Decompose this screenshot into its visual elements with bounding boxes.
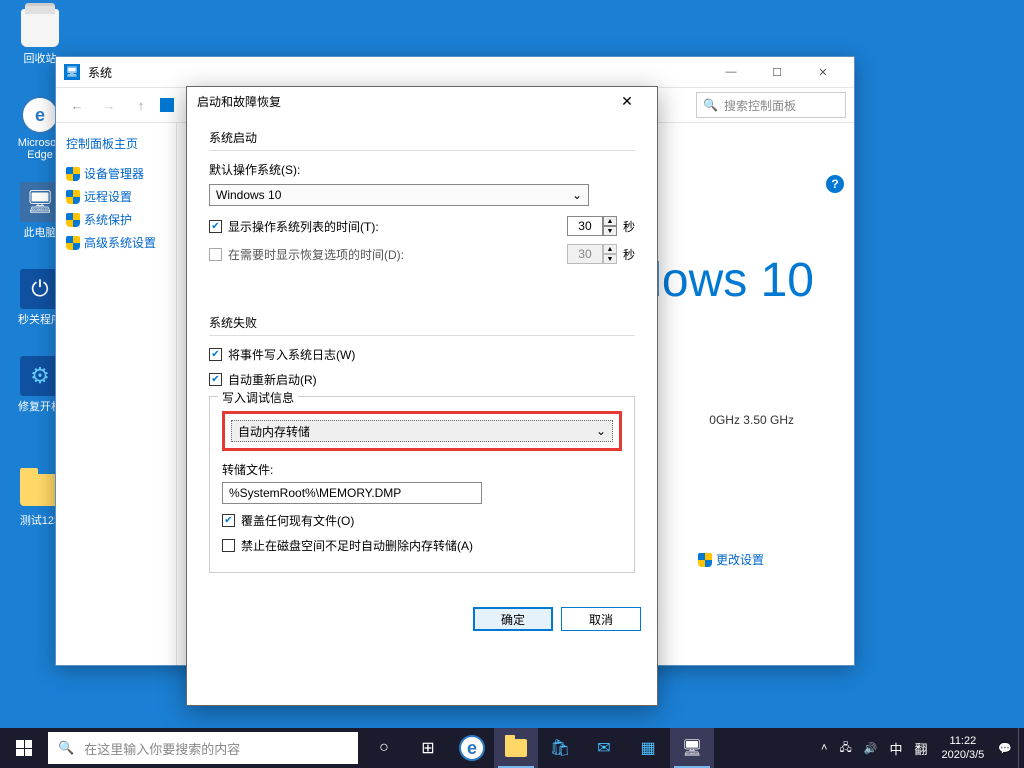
- tray-network-icon[interactable]: 🖧: [833, 728, 857, 768]
- cortana-button[interactable]: ○: [362, 728, 406, 768]
- tray-chevron-up-icon[interactable]: ˄: [815, 728, 833, 768]
- checkbox-disable-auto-delete[interactable]: [222, 539, 235, 552]
- dump-file-label: 转储文件:: [222, 461, 622, 478]
- mail-taskbar[interactable]: ✉: [582, 728, 626, 768]
- dump-type-select[interactable]: 自动内存转储 ⌄: [231, 420, 613, 442]
- tray-volume-icon[interactable]: 🔊: [858, 728, 884, 768]
- system-tray: ˄ 🖧 🔊 中 翻 11:22 2020/3/5 💬: [815, 728, 1024, 768]
- default-os-label: 默认操作系统(S):: [209, 161, 635, 178]
- chevron-down-icon: ⌄: [596, 424, 606, 438]
- checkbox-write-log[interactable]: ✔: [209, 348, 222, 361]
- window-title: 系统: [88, 64, 112, 81]
- change-settings-link[interactable]: 更改设置: [698, 551, 764, 568]
- system-properties-taskbar[interactable]: 🖥: [670, 728, 714, 768]
- checkbox-show-os-list[interactable]: ✔: [209, 220, 222, 233]
- task-view-button[interactable]: ⊞: [406, 728, 450, 768]
- shield-icon: [66, 213, 80, 227]
- windows-10-logo: dows 10: [635, 253, 814, 308]
- close-button[interactable]: ✕: [800, 57, 846, 87]
- cpu-info: 0GHz 3.50 GHz: [709, 413, 794, 427]
- sidebar: 控制面板主页 设备管理器 远程设置 系统保护 高级系统设置: [56, 123, 176, 665]
- highlight-box: 自动内存转储 ⌄: [222, 411, 622, 451]
- write-log-label: 将事件写入系统日志(W): [228, 346, 355, 363]
- path-icon: [160, 98, 174, 112]
- app-taskbar[interactable]: ▦: [626, 728, 670, 768]
- windows-icon: [16, 740, 32, 756]
- edge-taskbar[interactable]: [450, 728, 494, 768]
- sidebar-device-manager[interactable]: 设备管理器: [66, 162, 166, 185]
- titlebar[interactable]: 🖥 系统 — ☐ ✕: [56, 57, 854, 87]
- group-system-failure: 系统失败: [209, 314, 635, 336]
- explorer-taskbar[interactable]: [494, 728, 538, 768]
- system-icon: 🖥: [64, 64, 80, 80]
- spin-down[interactable]: ▼: [603, 226, 617, 236]
- show-recovery-label: 在需要时显示恢复选项的时间(D):: [228, 246, 404, 263]
- search-control-panel[interactable]: 🔍 搜索控制面板: [696, 92, 846, 118]
- recovery-seconds-input: [567, 244, 603, 264]
- store-taskbar[interactable]: 🛍: [538, 728, 582, 768]
- time: 11:22: [941, 734, 984, 748]
- action-center-icon[interactable]: 💬: [992, 728, 1018, 768]
- control-panel-home[interactable]: 控制面板主页: [66, 135, 166, 152]
- close-button[interactable]: ✕: [607, 87, 647, 115]
- nav-up[interactable]: ↑: [128, 92, 154, 118]
- shield-icon: [66, 167, 80, 181]
- nav-forward: →: [96, 92, 122, 118]
- date: 2020/3/5: [941, 748, 984, 762]
- sidebar-advanced-settings[interactable]: 高级系统设置: [66, 231, 166, 254]
- chevron-down-icon: ⌄: [572, 188, 582, 202]
- spin-down: ▼: [603, 254, 617, 264]
- ime-mode[interactable]: 中: [883, 728, 908, 768]
- shield-icon: [66, 236, 80, 250]
- taskbar-search[interactable]: 🔍 在这里输入你要搜索的内容: [48, 732, 358, 764]
- search-icon: 🔍: [703, 98, 718, 112]
- dialog-titlebar[interactable]: 启动和故障恢复 ✕: [187, 87, 657, 115]
- dump-file-input[interactable]: %SystemRoot%\MEMORY.DMP: [222, 482, 482, 504]
- minimize-button[interactable]: —: [708, 57, 754, 87]
- search-placeholder: 在这里输入你要搜索的内容: [84, 739, 240, 758]
- sidebar-remote-settings[interactable]: 远程设置: [66, 185, 166, 208]
- maximize-button[interactable]: ☐: [754, 57, 800, 87]
- debug-info-legend: 写入调试信息: [218, 389, 298, 406]
- disable-auto-delete-label: 禁止在磁盘空间不足时自动删除内存转储(A): [241, 537, 473, 554]
- default-os-select[interactable]: Windows 10 ⌄: [209, 184, 589, 206]
- dialog-title: 启动和故障恢复: [197, 93, 281, 110]
- os-list-seconds-input[interactable]: [567, 216, 603, 236]
- start-button[interactable]: [0, 728, 48, 768]
- startup-recovery-dialog: 启动和故障恢复 ✕ 系统启动 默认操作系统(S): Windows 10 ⌄ ✔…: [186, 86, 658, 706]
- search-placeholder: 搜索控制面板: [724, 97, 796, 114]
- spin-up: ▲: [603, 244, 617, 254]
- show-desktop[interactable]: [1018, 728, 1024, 768]
- help-icon[interactable]: ?: [826, 175, 844, 193]
- shield-icon: [66, 190, 80, 204]
- debug-info-fieldset: 写入调试信息 自动内存转储 ⌄ 转储文件: %SystemRoot%\MEMOR…: [209, 396, 635, 573]
- checkbox-overwrite[interactable]: ✔: [222, 514, 235, 527]
- checkbox-auto-restart[interactable]: ✔: [209, 373, 222, 386]
- sidebar-system-protection[interactable]: 系统保护: [66, 208, 166, 231]
- cancel-button[interactable]: 取消: [561, 607, 641, 631]
- auto-restart-label: 自动重新启动(R): [228, 371, 317, 388]
- spin-up[interactable]: ▲: [603, 216, 617, 226]
- taskbar: 🔍 在这里输入你要搜索的内容 ○ ⊞ 🛍 ✉ ▦ 🖥 ˄ 🖧 🔊 中 翻 11:…: [0, 728, 1024, 768]
- shield-icon: [698, 553, 712, 567]
- taskbar-clock[interactable]: 11:22 2020/3/5: [933, 734, 992, 763]
- overwrite-label: 覆盖任何现有文件(O): [241, 512, 354, 529]
- ok-button[interactable]: 确定: [473, 607, 553, 631]
- checkbox-show-recovery[interactable]: [209, 248, 222, 261]
- ime-extra[interactable]: 翻: [908, 728, 933, 768]
- nav-back[interactable]: ←: [64, 92, 90, 118]
- show-os-list-label: 显示操作系统列表的时间(T):: [228, 218, 379, 235]
- search-icon: 🔍: [58, 740, 74, 756]
- group-system-startup: 系统启动: [209, 129, 635, 151]
